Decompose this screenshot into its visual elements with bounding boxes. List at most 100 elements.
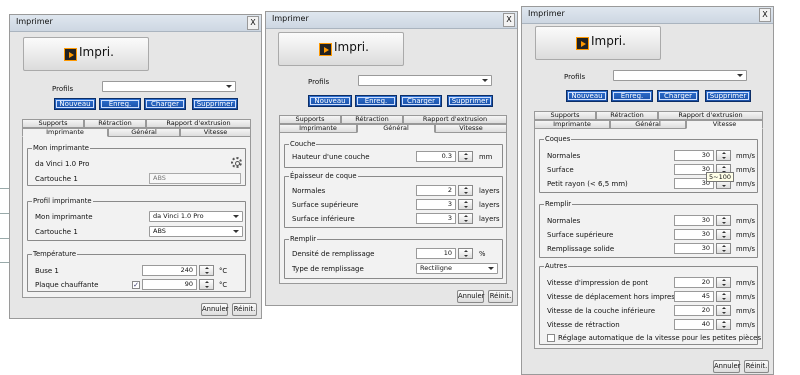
shell-bottom-stepper[interactable]: [458, 213, 473, 224]
printer-select[interactable]: da Vinci 1.0 Pro: [149, 211, 243, 222]
shell-bottom-input[interactable]: 3: [416, 213, 456, 224]
new-profile-button[interactable]: Nouveau: [54, 98, 96, 110]
reset-button[interactable]: Réinit.: [232, 303, 257, 316]
shells-small-radius-label: Petit rayon (< 6,5 mm): [547, 180, 628, 188]
fill-type-select[interactable]: Rectiligne: [416, 263, 498, 274]
tab-supports[interactable]: Supports: [279, 115, 341, 124]
retraction-speed-input[interactable]: 40: [674, 319, 714, 330]
unit-label: %: [479, 250, 486, 258]
fill-density-stepper[interactable]: [458, 248, 473, 259]
unit-label: °C: [219, 281, 228, 289]
delete-profile-button[interactable]: Supprimer: [447, 95, 493, 107]
print-dialog-printer: Imprimer X Impri. Profils Nouveau Enreg. …: [9, 14, 262, 319]
profiles-select[interactable]: [102, 81, 236, 92]
shell-top-input[interactable]: 3: [416, 199, 456, 210]
bed-temp-input[interactable]: 90: [142, 279, 197, 290]
shells-normal-input[interactable]: 30: [674, 150, 714, 161]
tab-supports[interactable]: Supports: [22, 119, 84, 128]
tab-printer[interactable]: Imprimante: [22, 128, 108, 137]
fill-solid-label: Remplissage solide: [547, 245, 615, 253]
layer-height-stepper[interactable]: [458, 151, 473, 162]
close-button[interactable]: X: [247, 16, 259, 30]
tab-supports[interactable]: Supports: [534, 111, 596, 120]
travel-speed-stepper[interactable]: [716, 291, 731, 302]
fill-normal-stepper[interactable]: [716, 215, 731, 226]
print-button[interactable]: Impri.: [535, 26, 661, 60]
profiles-select[interactable]: [358, 75, 492, 86]
profiles-select[interactable]: [613, 70, 747, 81]
shell-normal-label: Normales: [292, 187, 326, 195]
shell-thickness-group: Épaisseur de coque Normales 2 layers Sur…: [284, 172, 503, 228]
gear-icon[interactable]: [231, 157, 242, 168]
nozzle-temp-stepper[interactable]: [199, 265, 214, 276]
auto-speed-checkbox[interactable]: [547, 334, 555, 342]
new-profile-button[interactable]: Nouveau: [566, 90, 608, 102]
load-profile-button[interactable]: Charger: [657, 90, 699, 102]
fill-solid-stepper[interactable]: [716, 243, 731, 254]
new-profile-button[interactable]: Nouveau: [308, 95, 352, 107]
print-button[interactable]: Impri.: [23, 37, 149, 71]
tab-extrusion-ratio[interactable]: Rapport d'extrusion: [658, 111, 763, 120]
my-printer-group: Mon imprimante da Vinci 1.0 Pro Cartouch…: [27, 144, 246, 186]
tab-extrusion-ratio[interactable]: Rapport d'extrusion: [146, 119, 251, 128]
range-tooltip: 5~100: [706, 172, 734, 182]
print-icon: [576, 37, 589, 50]
unit-label: mm/s: [736, 321, 756, 329]
bridge-speed-stepper[interactable]: [716, 277, 731, 288]
close-button[interactable]: X: [759, 8, 771, 22]
tab-retraction[interactable]: Rétraction: [596, 111, 658, 120]
bottom-layer-speed-input[interactable]: 20: [674, 305, 714, 316]
cartridge-value: ABS: [149, 173, 241, 184]
bottom-layer-speed-stepper[interactable]: [716, 305, 731, 316]
tab-general[interactable]: Général: [357, 124, 435, 133]
cancel-button[interactable]: Annuler: [201, 303, 228, 316]
save-profile-button[interactable]: Enreg.: [99, 98, 141, 110]
cartridge-select[interactable]: ABS: [149, 226, 243, 237]
reset-button[interactable]: Réinit.: [744, 360, 769, 373]
print-icon: [319, 43, 332, 56]
retraction-speed-stepper[interactable]: [716, 319, 731, 330]
save-profile-button[interactable]: Enreg.: [355, 95, 397, 107]
cancel-button[interactable]: Annuler: [457, 290, 484, 303]
tab-retraction[interactable]: Rétraction: [341, 115, 403, 124]
nozzle-temp-input[interactable]: 240: [142, 265, 197, 276]
title-bar: Imprimer X: [10, 15, 261, 32]
bridge-speed-input[interactable]: 20: [674, 277, 714, 288]
load-profile-button[interactable]: Charger: [400, 95, 442, 107]
title-bar: Imprimer X: [266, 12, 517, 29]
bed-checkbox[interactable]: ✓: [132, 281, 140, 289]
fill-normal-input[interactable]: 30: [674, 215, 714, 226]
shell-normal-input[interactable]: 2: [416, 185, 456, 196]
print-button[interactable]: Impri.: [278, 32, 404, 66]
reset-button[interactable]: Réinit.: [488, 290, 513, 303]
cancel-button[interactable]: Annuler: [713, 360, 740, 373]
travel-speed-input[interactable]: 45: [674, 291, 714, 302]
cartridge-select-value: ABS: [153, 227, 166, 235]
close-button[interactable]: X: [503, 13, 515, 27]
layer-height-input[interactable]: 0.3: [416, 151, 456, 162]
fill-density-input[interactable]: 10: [416, 248, 456, 259]
shells-normal-stepper[interactable]: [716, 150, 731, 161]
delete-profile-button[interactable]: Supprimer: [705, 90, 751, 102]
fill-top-stepper[interactable]: [716, 229, 731, 240]
print-button-label: Impri.: [591, 34, 626, 48]
shell-normal-stepper[interactable]: [458, 185, 473, 196]
group-title: Mon imprimante: [32, 144, 90, 152]
load-profile-button[interactable]: Charger: [144, 98, 186, 110]
fill-top-input[interactable]: 30: [674, 229, 714, 240]
title-bar: Imprimer X: [522, 7, 773, 24]
tab-extrusion-ratio[interactable]: Rapport d'extrusion: [403, 115, 507, 124]
printer-select-value: da Vinci 1.0 Pro: [153, 212, 204, 220]
print-button-label: Impri.: [79, 45, 114, 59]
shell-top-label: Surface supérieure: [292, 201, 359, 209]
tab-panel: Couche Hauteur d'une couche 0.3 mm Épais…: [279, 132, 507, 284]
tab-retraction[interactable]: Rétraction: [84, 119, 146, 128]
delete-profile-button[interactable]: Supprimer: [192, 98, 238, 110]
fill-solid-input[interactable]: 30: [674, 243, 714, 254]
group-title: Couche: [289, 140, 317, 148]
shell-top-stepper[interactable]: [458, 199, 473, 210]
chevron-down-icon: [233, 230, 239, 233]
tab-speed[interactable]: Vitesse: [686, 120, 763, 129]
bed-temp-stepper[interactable]: [199, 279, 214, 290]
save-profile-button[interactable]: Enreg.: [611, 90, 653, 102]
